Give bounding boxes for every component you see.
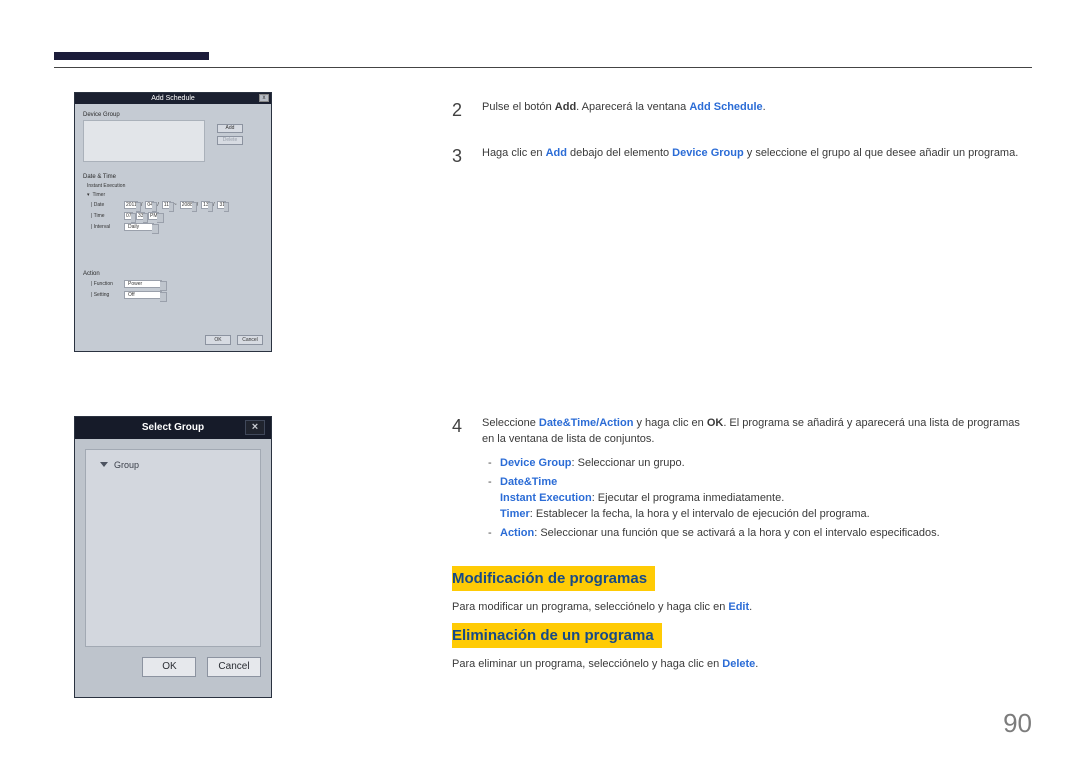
- add-schedule-dialog: Add Schedule x Device Group Add Delete D…: [74, 92, 272, 352]
- step-number-3: 3: [452, 146, 468, 168]
- function-label: Function: [91, 281, 121, 287]
- date-day2-input[interactable]: 31: [217, 201, 226, 209]
- setting-label: Setting: [91, 292, 121, 298]
- group-tree-area[interactable]: Group: [85, 449, 261, 647]
- time-label: Time: [91, 213, 121, 219]
- section-modify-heading: Modificación de programas: [452, 566, 655, 591]
- add-schedule-titlebar: Add Schedule x: [75, 93, 271, 104]
- page-number: 90: [1003, 708, 1032, 739]
- date-month2-input[interactable]: 13: [201, 201, 210, 209]
- ok-button[interactable]: OK: [142, 657, 196, 677]
- step-4-text: Seleccione Date&Time/Action y haga clic …: [482, 416, 1032, 545]
- date-month1-input[interactable]: 04: [145, 201, 154, 209]
- device-group-box: [83, 120, 205, 162]
- step-4-block: 4 Seleccione Date&Time/Action y haga cli…: [452, 416, 1032, 569]
- setting-select[interactable]: Off: [124, 291, 162, 299]
- date-day1-input[interactable]: 11: [162, 201, 171, 209]
- step-number-4: 4: [452, 416, 468, 545]
- section-delete-heading: Eliminación de un programa: [452, 623, 662, 648]
- sep: /: [197, 202, 198, 208]
- date-year1-input[interactable]: 2011: [124, 201, 138, 209]
- close-button[interactable]: x: [259, 94, 269, 102]
- add-schedule-title: Add Schedule: [151, 95, 195, 102]
- group-node[interactable]: Group: [114, 460, 139, 470]
- close-button[interactable]: ×: [245, 420, 265, 435]
- step-4-sublist: Device Group: Seleccionar un grupo. Date…: [482, 456, 1032, 542]
- step-2-text: Pulse el botón Add. Aparecerá la ventana…: [482, 100, 766, 122]
- time-hour-input[interactable]: 07: [124, 212, 133, 220]
- section-modify-text: Para modificar un programa, selecciónelo…: [452, 601, 1032, 613]
- date-time-label: Date & Time: [83, 174, 263, 180]
- timer-row: ▾ Timer: [87, 192, 263, 198]
- collapse-icon[interactable]: [100, 462, 108, 467]
- timer-label: Timer: [93, 192, 106, 198]
- instant-execution-label: Instant Execution: [87, 183, 125, 189]
- device-group-label: Device Group: [83, 112, 263, 118]
- sep: /: [157, 202, 158, 208]
- steps-list: 2 Pulse el botón Add. Aparecerá la venta…: [452, 100, 1032, 192]
- section-modify: Modificación de programas Para modificar…: [452, 566, 1032, 613]
- select-group-titlebar: Select Group ×: [75, 417, 271, 439]
- date-year2-input[interactable]: 2088: [180, 201, 194, 209]
- time-min-input[interactable]: 33: [136, 212, 145, 220]
- sep: /: [213, 202, 214, 208]
- cancel-button[interactable]: Cancel: [207, 657, 261, 677]
- function-select[interactable]: Power: [124, 280, 162, 288]
- section-delete-text: Para eliminar un programa, selecciónelo …: [452, 658, 1032, 670]
- date-label: Date: [91, 202, 121, 208]
- step-number-2: 2: [452, 100, 468, 122]
- interval-select[interactable]: Daily: [124, 223, 154, 231]
- sep: /: [141, 202, 142, 208]
- action-label: Action: [83, 271, 263, 277]
- ok-button[interactable]: OK: [205, 335, 231, 345]
- cancel-button[interactable]: Cancel: [237, 335, 263, 345]
- delete-button[interactable]: Delete: [217, 136, 243, 145]
- interval-label: Interval: [91, 224, 121, 230]
- range-tilde: ~: [174, 202, 177, 208]
- header-rule: [54, 67, 1032, 68]
- step-3-text: Haga clic en Add debajo del elemento Dev…: [482, 146, 1018, 168]
- select-group-dialog: Select Group × Group OK Cancel: [74, 416, 272, 698]
- section-delete: Eliminación de un programa Para eliminar…: [452, 623, 1032, 670]
- header-accent-bar: [54, 52, 209, 60]
- time-ampm-select[interactable]: PM: [148, 212, 159, 220]
- add-button[interactable]: Add: [217, 124, 243, 133]
- select-group-title: Select Group: [142, 422, 204, 433]
